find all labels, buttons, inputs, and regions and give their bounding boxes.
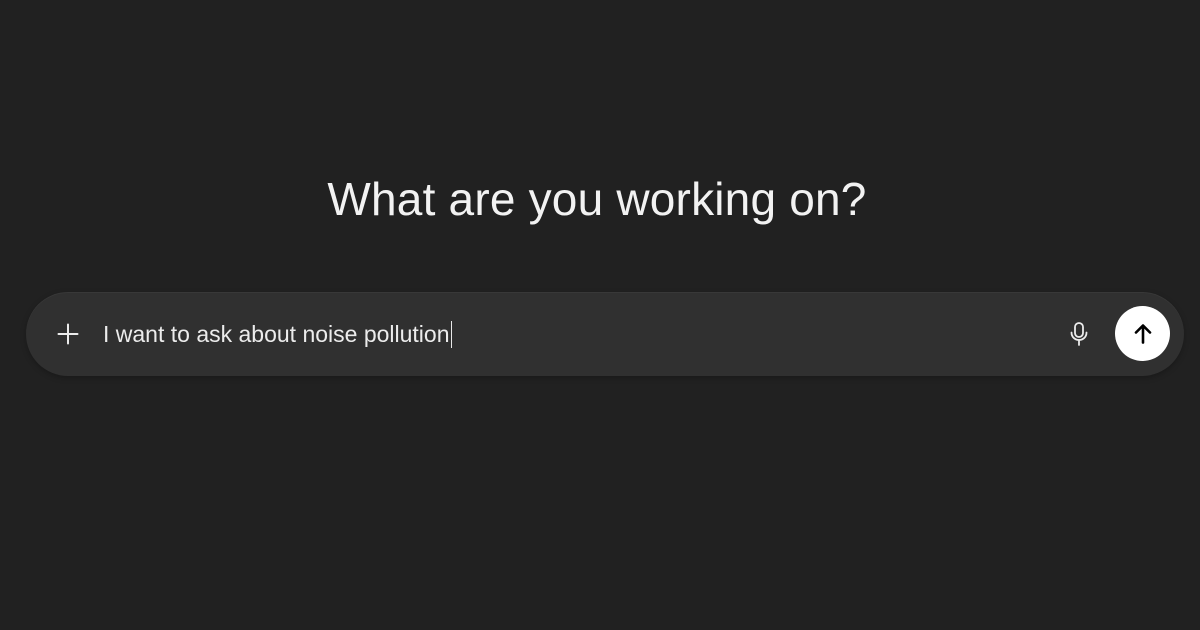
page-title: What are you working on? <box>327 173 867 225</box>
message-input-text: I want to ask about noise pollution <box>103 321 450 347</box>
chat-home-screen: What are you working on? I want to ask a… <box>0 0 1200 630</box>
message-composer: I want to ask about noise pollution <box>26 292 1184 376</box>
message-input[interactable]: I want to ask about noise pollution <box>103 316 1003 352</box>
plus-icon <box>57 323 79 345</box>
text-caret <box>450 321 453 348</box>
send-button[interactable] <box>1115 306 1170 361</box>
arrow-up-icon <box>1134 323 1151 344</box>
attach-button[interactable] <box>52 318 84 350</box>
microphone-icon <box>1070 322 1088 346</box>
voice-input-button[interactable] <box>1064 319 1094 349</box>
